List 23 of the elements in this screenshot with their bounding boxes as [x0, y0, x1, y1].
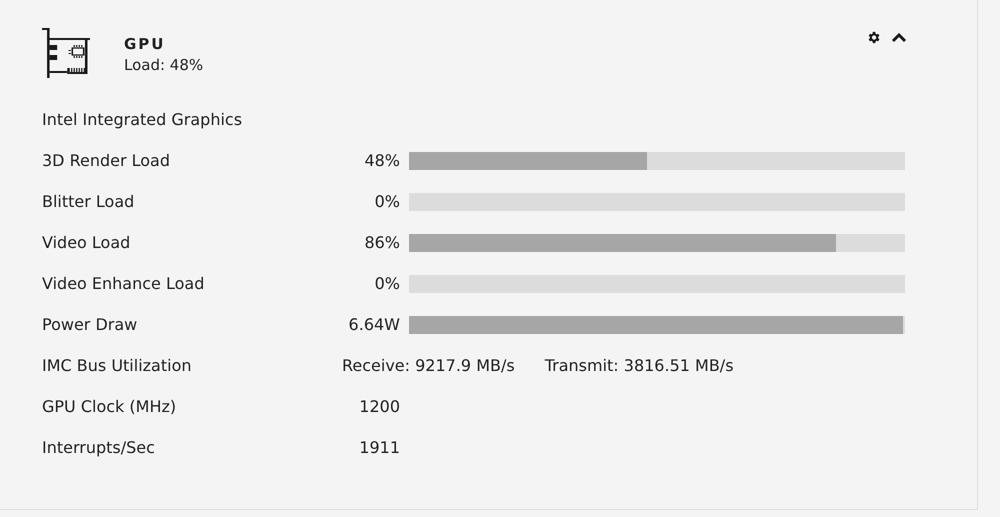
- metric-label: 3D Render Load: [42, 150, 172, 172]
- settings-icon[interactable]: [866, 30, 881, 45]
- metric-label: Video Enhance Load: [42, 272, 206, 294]
- metric-label: Video Load: [42, 232, 132, 254]
- card-title: GPU: [124, 34, 166, 54]
- metric-value: 1200: [358, 396, 400, 418]
- card-subtitle: Load: 48%: [124, 55, 204, 76]
- graphics-card-icon: [42, 28, 90, 78]
- metric-value: Transmit: 3816.51 MB/s: [544, 354, 734, 376]
- metric-value: 48%: [363, 150, 400, 172]
- metric-label: Interrupts/Sec: [42, 436, 156, 458]
- metric-label: IMC Bus Utilization: [42, 354, 192, 376]
- metric-value: 6.64W: [348, 314, 400, 336]
- metric-label: Blitter Load: [42, 190, 136, 212]
- device-name: Intel Integrated Graphics: [42, 108, 242, 130]
- metric-value: 0%: [374, 190, 400, 212]
- metric-value: 86%: [363, 232, 400, 254]
- collapse-icon[interactable]: [891, 32, 907, 43]
- metric-value: 0%: [374, 272, 400, 294]
- metric-value: Receive: 9217.9 MB/s: [342, 354, 515, 376]
- metric-label: Power Draw: [42, 314, 138, 336]
- metric-label: GPU Clock (MHz): [42, 396, 178, 418]
- metric-value: 1911: [358, 436, 400, 458]
